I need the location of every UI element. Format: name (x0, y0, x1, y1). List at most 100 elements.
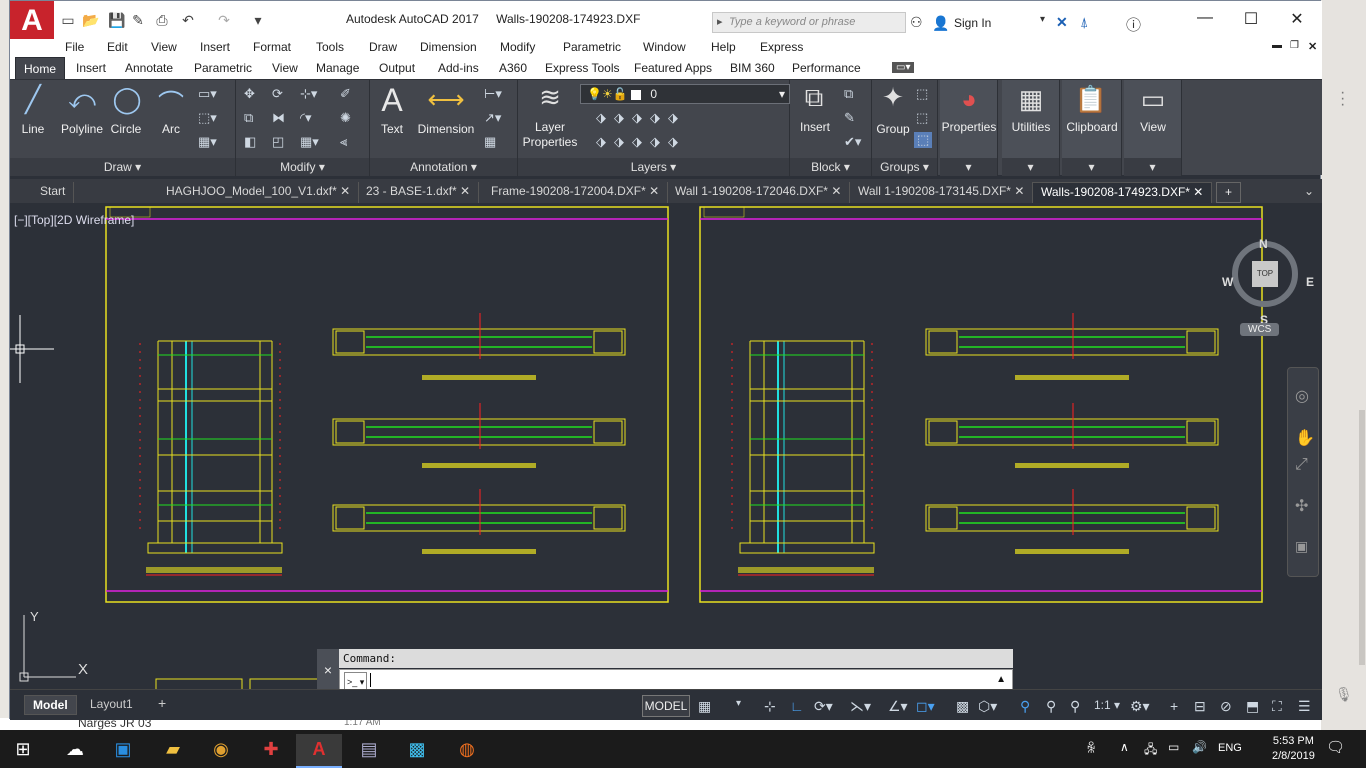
auto-scale-icon[interactable]: ⚲ (1046, 698, 1056, 715)
object-snap-tracking-icon[interactable]: ∠▾ (888, 698, 908, 715)
rectangle-icon[interactable]: ▭▾ (198, 86, 217, 102)
tab-home[interactable]: Home (15, 57, 66, 79)
steering-wheel-icon[interactable]: ◎ (1295, 386, 1309, 406)
minimize-button[interactable]: — (1190, 9, 1220, 27)
search-expand-icon[interactable]: ▸ (717, 13, 723, 32)
orbit-icon[interactable]: ✣ (1295, 496, 1308, 516)
menu-insert[interactable]: Insert (200, 40, 230, 54)
add-layout-button[interactable]: + (150, 693, 174, 713)
annotation-scale-icon[interactable]: ⚲ (1070, 698, 1080, 715)
autocad-taskbar-icon[interactable]: A (296, 734, 342, 768)
layer-tools-row2-icon[interactable]: ⬗⬗⬗⬗⬗ (596, 134, 686, 150)
layer-dropdown-arrow-icon[interactable]: ▾ (779, 85, 785, 103)
menu-edit[interactable]: Edit (107, 40, 128, 54)
grid-icon[interactable]: ▦ (698, 698, 711, 715)
tab-annotate[interactable]: Annotate (125, 61, 173, 75)
dimension-button[interactable]: Dimension (416, 122, 476, 136)
hatch-icon[interactable]: ⬚▾ (198, 110, 217, 126)
annotation-scale-value[interactable]: 1:1 ▾ (1094, 698, 1120, 712)
line-icon[interactable]: ╱ (18, 84, 48, 115)
rotate-icon[interactable]: ⟳ (272, 86, 283, 102)
sign-in-dropdown-icon[interactable]: ▾ (1040, 14, 1045, 25)
calculator-icon[interactable]: ▤ (346, 734, 392, 768)
text-icon[interactable]: A (376, 82, 408, 119)
mirror-icon[interactable]: ⧓ (272, 110, 285, 126)
drawing-canvas[interactable]: [−][Top][2D Wireframe] Y X TOP N S E W W… (10, 203, 1322, 689)
polyline-icon[interactable]: ⤺ (62, 84, 102, 116)
group-button[interactable]: Group (874, 122, 912, 136)
utilities-button[interactable]: Utilities (1002, 120, 1060, 134)
network-icon[interactable]: 🖧 (1144, 740, 1157, 761)
layout1-tab[interactable]: Layout1 (82, 695, 141, 713)
file-tab-haghjoo[interactable]: HAGHJOO_Model_100_V1.dxf* ✕ (158, 182, 360, 203)
create-block-icon[interactable]: ⧉ (844, 86, 853, 102)
file-tab-wall1-b[interactable]: Wall 1-190208-173145.DXF* ✕ (850, 182, 1034, 203)
view-panel[interactable]: ▭ View ▾ (1124, 80, 1182, 176)
app-red-icon[interactable]: ✚ (248, 734, 294, 768)
language-indicator[interactable]: ENG (1218, 742, 1242, 754)
circle-button[interactable]: Circle (108, 122, 144, 136)
clipboard-button[interactable]: Clipboard (1062, 120, 1122, 134)
user-icon[interactable]: 👤 (932, 15, 949, 32)
polyline-button[interactable]: Polyline (54, 122, 110, 136)
tab-parametric[interactable]: Parametric (194, 61, 252, 75)
tab-overflow-icon[interactable]: ⌄ (1296, 182, 1322, 203)
annotation-monitor-icon[interactable]: + (1170, 698, 1178, 714)
menu-parametric[interactable]: Parametric (563, 40, 621, 54)
redo-icon[interactable]: ↷ (216, 12, 232, 28)
file-tab-base[interactable]: 23 - BASE-1.dxf* ✕ (358, 182, 480, 203)
ungroup-icon[interactable]: ⬚ (916, 86, 928, 102)
menu-help[interactable]: Help (711, 40, 736, 54)
new-icon[interactable]: ▭ (60, 12, 76, 28)
model-space-button[interactable]: MODEL (642, 695, 690, 717)
group-edit-icon[interactable]: ⬚ (916, 110, 928, 126)
menu-express[interactable]: Express (760, 40, 803, 54)
edit-block-icon[interactable]: ✎ (844, 110, 855, 126)
block-attribute-icon[interactable]: ✔▾ (844, 134, 861, 150)
new-tab-button[interactable]: + (1216, 182, 1242, 203)
scale-icon[interactable]: ◰ (272, 134, 284, 150)
table-icon[interactable]: ▦ (484, 134, 496, 150)
modify-panel-title[interactable]: Modify ▾ (236, 158, 369, 176)
layer-tools-row1-icon[interactable]: ⬗⬗⬗⬗⬗ (596, 110, 686, 126)
object-snap-icon[interactable]: ◻▾ (916, 698, 935, 715)
leader-icon[interactable]: ↗▾ (484, 110, 501, 126)
gradient-icon[interactable]: ▦▾ (198, 134, 217, 150)
trello-icon[interactable]: ▣ (100, 734, 146, 768)
group-icon[interactable]: ✦ (876, 82, 910, 113)
copy-icon[interactable]: ⧉ (244, 110, 253, 126)
command-recent-icon[interactable]: ▲ (996, 670, 1006, 689)
isolate-objects-icon[interactable]: ⊘ (1220, 698, 1232, 715)
notifications-icon[interactable]: 🗨 (1326, 738, 1345, 756)
lineweight-icon[interactable]: ▩ (956, 698, 969, 715)
file-tab-wall1-a[interactable]: Wall 1-190208-172046.DXF* ✕ (667, 182, 851, 203)
viewcube[interactable]: TOP N S E W WCS (1220, 223, 1314, 343)
groups-panel-title[interactable]: Groups ▾ (872, 158, 937, 176)
clock[interactable]: 5:53 PM 2/8/2019 (1272, 734, 1315, 764)
text-button[interactable]: Text (374, 122, 410, 136)
firefox-icon[interactable]: ◍ (444, 734, 490, 768)
command-input[interactable]: >_ ▾ ▲ (339, 669, 1013, 693)
trim-icon[interactable]: ⊹▾ (300, 86, 317, 102)
save-as-icon[interactable]: ✎ (130, 12, 146, 28)
view-expand-icon[interactable]: ▾ (1124, 158, 1181, 176)
annotation-visibility-icon[interactable]: ⚲ (1020, 698, 1030, 715)
menu-tools[interactable]: Tools (316, 40, 344, 54)
polar-icon[interactable]: ⟳▾ (814, 698, 833, 715)
doc-close-icon[interactable]: ✕ (1308, 40, 1317, 53)
move-icon[interactable]: ✥ (244, 86, 255, 102)
grid-dropdown-icon[interactable]: ▾ (736, 698, 741, 709)
arc-icon[interactable]: ⌒ (156, 84, 186, 121)
properties-icon[interactable]: ◕ (952, 84, 986, 115)
image-viewer-icon[interactable]: ▩ (394, 734, 440, 768)
units-icon[interactable]: ⊟ (1194, 698, 1206, 715)
dimension-icon[interactable]: ⟷ (426, 84, 466, 115)
maximize-button[interactable]: ☐ (1236, 9, 1266, 29)
workspace-gear-icon[interactable]: ⚙▾ (1130, 698, 1150, 715)
view-icon[interactable]: ▭ (1136, 84, 1170, 115)
arc-button[interactable]: Arc (156, 122, 186, 136)
tab-bim-360[interactable]: BIM 360 (730, 61, 775, 75)
file-explorer-icon[interactable]: ▰ (150, 734, 196, 768)
tab-express-tools[interactable]: Express Tools (545, 61, 619, 75)
erase-icon[interactable]: ✐ (340, 86, 351, 102)
